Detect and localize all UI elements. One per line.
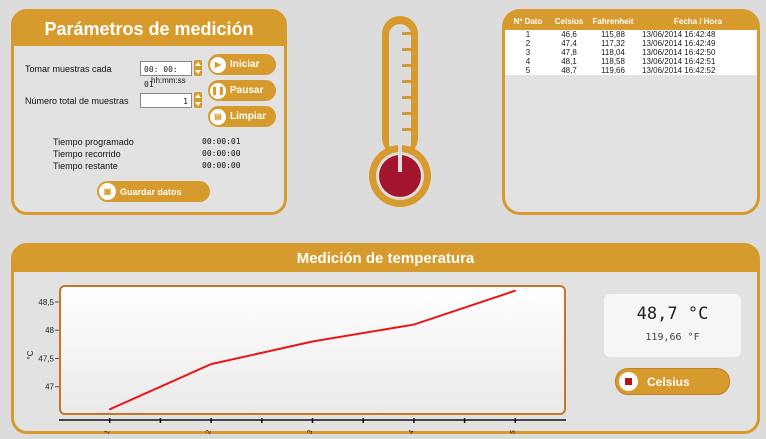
table-cell: 47,4 bbox=[551, 39, 587, 48]
data-point bbox=[311, 340, 314, 343]
elapsed-time-value: 00:00:00 bbox=[202, 149, 241, 158]
play-icon: ▶ bbox=[210, 56, 226, 73]
x-tick-label: 5 bbox=[509, 429, 517, 435]
table-cell: 13/06/2014 16:42:50 bbox=[639, 48, 757, 57]
data-point bbox=[514, 289, 517, 292]
x-tick-label: 4 bbox=[408, 429, 416, 435]
table-cell: 119,66 bbox=[587, 66, 639, 75]
save-icon: ▣ bbox=[99, 183, 116, 200]
table-cell: 115,88 bbox=[587, 30, 639, 39]
clear-label: Limpiar bbox=[230, 111, 267, 122]
table-cell: 117,32 bbox=[587, 39, 639, 48]
series-line bbox=[109, 289, 516, 411]
programmed-time-label: Tiempo programado bbox=[53, 137, 134, 147]
programmed-time-value: 00:00:01 bbox=[202, 137, 241, 146]
y-tick-label: 48,5 bbox=[38, 298, 54, 307]
x-tick-label: 3 bbox=[306, 429, 314, 435]
table-cell: 2 bbox=[505, 39, 551, 48]
column-header-datetime[interactable]: Fecha / Hora bbox=[639, 12, 757, 30]
sample-interval-hint: hh:mm:ss bbox=[151, 76, 186, 85]
temperature-display: 48,7 °C 119,66 °F bbox=[604, 294, 741, 357]
table-row[interactable]: 4 48,1 118,58 13/06/2014 16:42:51 bbox=[505, 57, 757, 66]
table-cell: 46,6 bbox=[551, 30, 587, 39]
table-row[interactable]: 5 48,7 119,66 13/06/2014 16:42:52 bbox=[505, 66, 757, 75]
table-row[interactable]: 2 47,4 117,32 13/06/2014 16:42:49 bbox=[505, 39, 757, 48]
remaining-time-value: 00:00:00 bbox=[202, 161, 241, 170]
remaining-time-label: Tiempo restante bbox=[53, 161, 118, 171]
y-tick-label: 48 bbox=[45, 326, 54, 335]
column-header-fahrenheit[interactable]: Fahrenheit bbox=[587, 12, 639, 30]
data-point bbox=[413, 323, 415, 326]
sample-interval-field[interactable]: 00: 00: 01 bbox=[140, 61, 192, 89]
pause-button[interactable]: ❚❚ Pausar bbox=[208, 80, 276, 101]
data-table-panel: Nº Dato Celsius Fahrenheit Fecha / Hora … bbox=[502, 9, 760, 215]
table-cell: 3 bbox=[505, 48, 551, 57]
thermometer-icon bbox=[369, 16, 431, 207]
measurement-title: Medición de temperatura bbox=[14, 246, 757, 272]
table-row[interactable]: 3 47,8 118,04 13/06/2014 16:42:50 bbox=[505, 48, 757, 57]
data-point bbox=[108, 408, 111, 411]
save-data-button[interactable]: ▣ Guardar datos bbox=[97, 181, 210, 202]
start-button[interactable]: ▶ Iniciar bbox=[208, 54, 276, 75]
table-cell: 47,8 bbox=[551, 48, 587, 57]
table-cell: 118,58 bbox=[587, 57, 639, 66]
sample-interval-stepper[interactable] bbox=[194, 60, 202, 76]
sample-interval-label: Tomar muestras cada bbox=[25, 64, 112, 74]
stop-icon bbox=[619, 372, 638, 391]
table-cell: 13/06/2014 16:42:49 bbox=[639, 39, 757, 48]
table-cell: 48,7 bbox=[551, 66, 587, 75]
table-cell: 13/06/2014 16:42:52 bbox=[639, 66, 757, 75]
trash-icon: ▤ bbox=[210, 108, 226, 125]
clear-button[interactable]: ▤ Limpiar bbox=[208, 106, 276, 127]
data-point bbox=[210, 363, 212, 365]
table-cell: 13/06/2014 16:42:51 bbox=[639, 57, 757, 66]
unit-toggle-button[interactable]: Celsius bbox=[615, 368, 730, 395]
celsius-readout: 48,7 °C bbox=[636, 304, 709, 324]
x-tick-label: 1 bbox=[104, 429, 112, 435]
total-samples-label: Número total de muestras bbox=[25, 96, 129, 106]
pause-icon: ❚❚ bbox=[210, 82, 226, 99]
temperature-chart: 1 2 3 4 5 47 47,5 48 48,5 °C bbox=[26, 289, 566, 435]
table-cell: 5 bbox=[505, 66, 551, 75]
params-title: Parámetros de medición bbox=[14, 12, 284, 46]
table-cell: 118,04 bbox=[587, 48, 639, 57]
table-cell: 1 bbox=[505, 30, 551, 39]
y-tick-label: 47,5 bbox=[38, 354, 54, 363]
column-header-index[interactable]: Nº Dato bbox=[505, 12, 551, 30]
table-cell: 48,1 bbox=[551, 57, 587, 66]
data-table: Nº Dato Celsius Fahrenheit Fecha / Hora … bbox=[505, 12, 757, 75]
table-row[interactable]: 1 46,6 115,88 13/06/2014 16:42:48 bbox=[505, 30, 757, 39]
total-samples-field[interactable]: 1 bbox=[140, 93, 192, 108]
y-axis-label: °C bbox=[26, 350, 35, 359]
y-tick-label: 47 bbox=[45, 383, 54, 392]
unit-toggle-label: Celsius bbox=[647, 374, 690, 389]
save-data-label: Guardar datos bbox=[120, 186, 182, 197]
fahrenheit-readout: 119,66 °F bbox=[645, 332, 700, 343]
elapsed-time-label: Tiempo recorrido bbox=[53, 149, 121, 159]
table-cell: 4 bbox=[505, 57, 551, 66]
pause-label: Pausar bbox=[230, 85, 264, 96]
start-label: Iniciar bbox=[230, 59, 260, 70]
total-samples-stepper[interactable] bbox=[194, 92, 202, 108]
column-header-celsius[interactable]: Celsius bbox=[551, 12, 587, 30]
x-tick-label: 2 bbox=[205, 429, 213, 435]
table-cell: 13/06/2014 16:42:48 bbox=[639, 30, 757, 39]
